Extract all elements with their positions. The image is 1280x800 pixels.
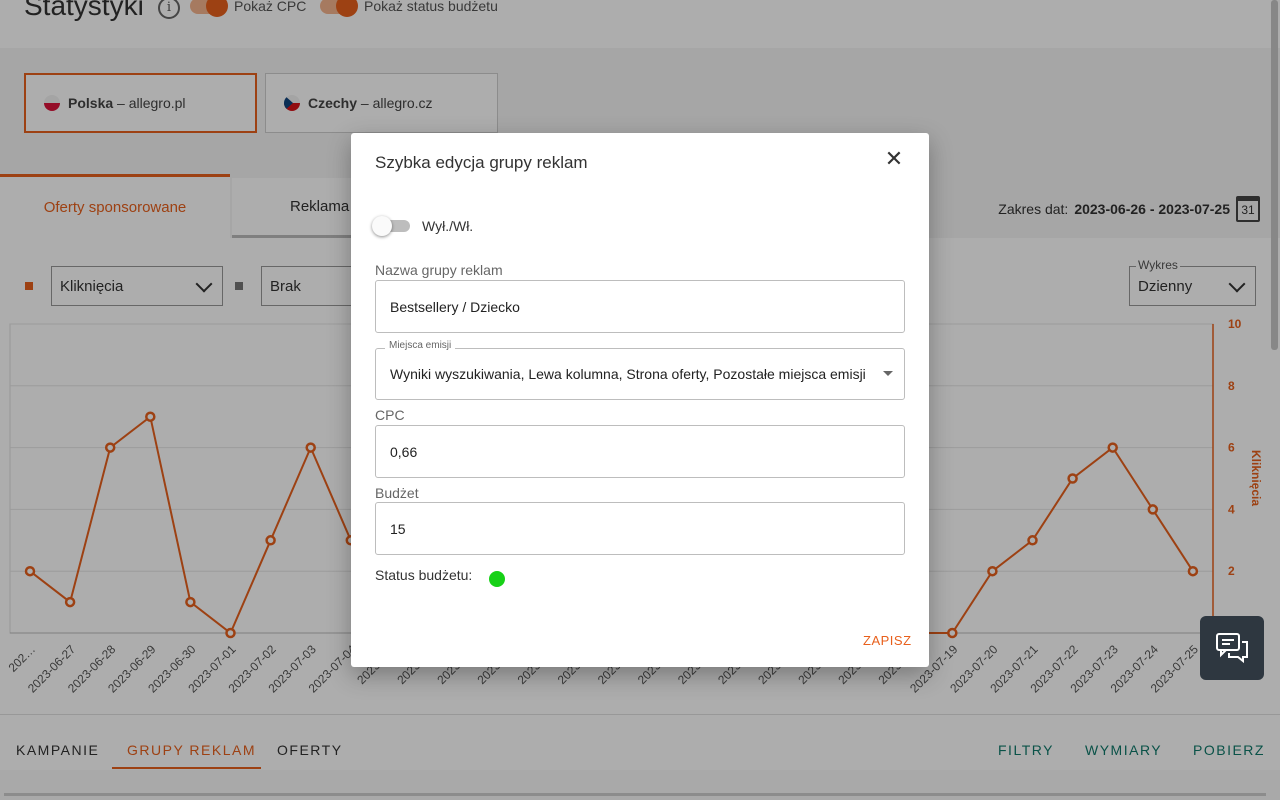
ad-group-name-label: Nazwa grupy reklam	[375, 262, 503, 278]
budget-status-label: Status budżetu:	[375, 567, 473, 583]
chat-icon	[1216, 633, 1248, 664]
placements-value: Wyniki wyszukiwania, Lewa kolumna, Stron…	[390, 366, 866, 382]
dialog-title: Szybka edycja grupy reklam	[375, 153, 588, 172]
close-icon[interactable]: ✕	[884, 148, 904, 170]
placements-label: Miejsca emisji	[385, 340, 456, 351]
caret-down-icon	[883, 371, 893, 376]
on-off-switch-label: Wył./Wł.	[422, 218, 474, 234]
quick-edit-ad-group-dialog: Szybka edycja grupy reklam ✕ Wył./Wł. Na…	[351, 133, 929, 667]
placements-select[interactable]: Wyniki wyszukiwania, Lewa kolumna, Stron…	[375, 348, 905, 400]
budget-input[interactable]	[375, 502, 905, 555]
budget-status-dot	[489, 571, 505, 587]
on-off-switch[interactable]	[372, 216, 392, 236]
budget-label: Budżet	[375, 485, 419, 501]
chat-button[interactable]	[1200, 616, 1264, 680]
save-button[interactable]: ZAPISZ	[863, 633, 912, 648]
cpc-label: CPC	[375, 407, 405, 423]
cpc-input[interactable]	[375, 425, 905, 478]
ad-group-name-input[interactable]	[375, 280, 905, 333]
